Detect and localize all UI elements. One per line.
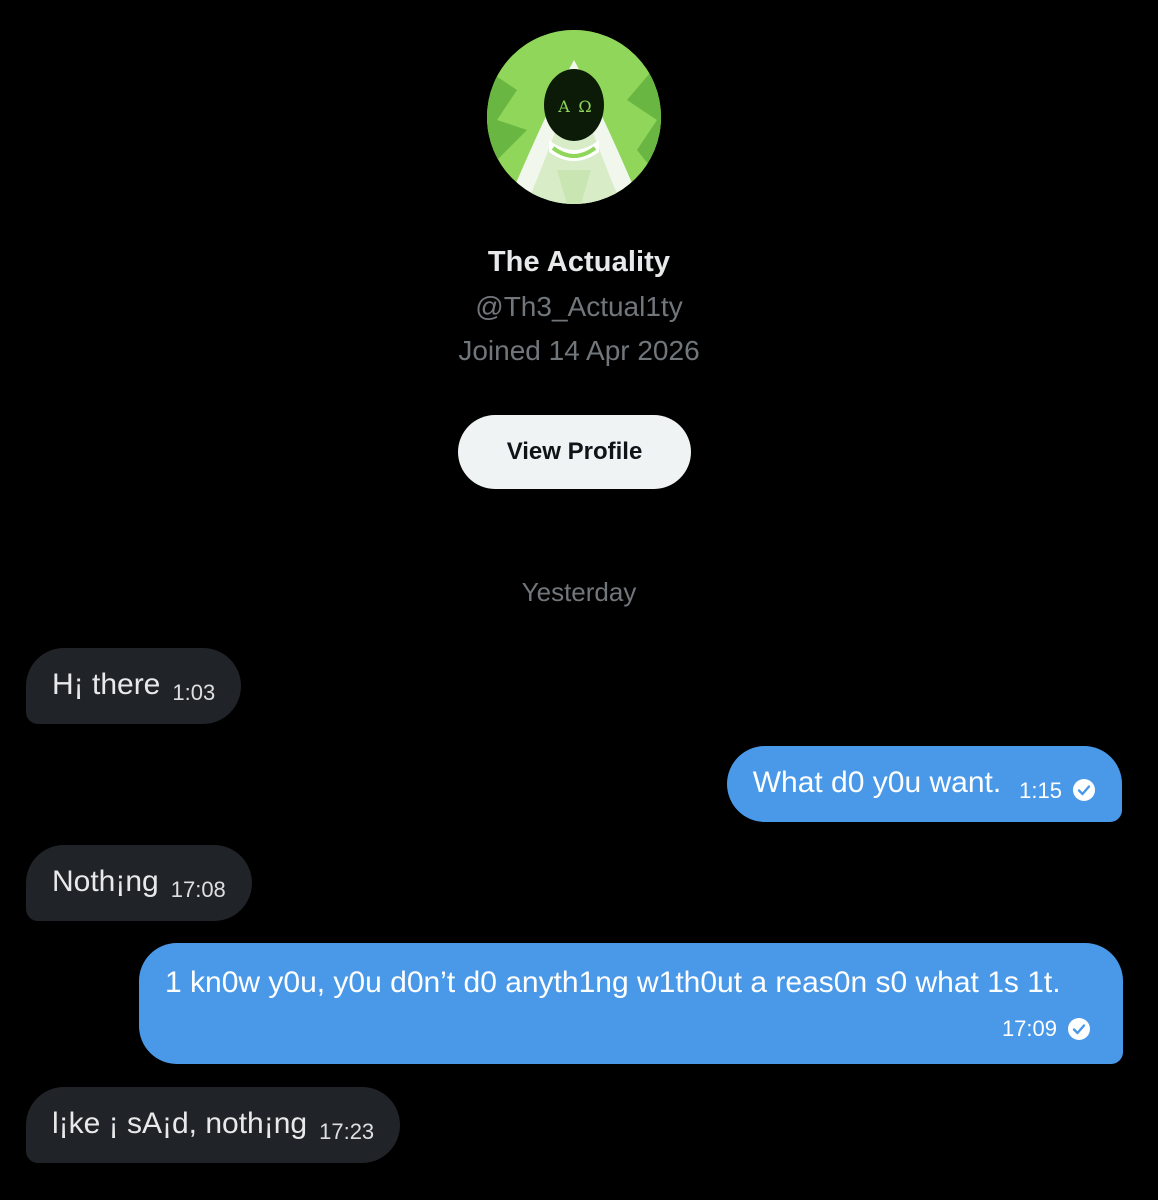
message-timestamp: 17:09 <box>1001 1016 1057 1041</box>
profile-header: A Ω The Actuality @Th3_Actual1ty Joined … <box>0 0 1158 520</box>
message-bubble-received[interactable]: l¡ke ¡ sA¡d, noth¡ng 17:23 <box>26 1087 401 1163</box>
profile-handle: @Th3_Actual1ty <box>475 291 683 322</box>
message-timestamp: 1:03 <box>172 680 216 705</box>
message-text: H¡ there <box>52 668 161 701</box>
profile-display-name: The Actuality <box>487 246 671 278</box>
sent-check-icon <box>1072 778 1096 802</box>
message-text: 1 kn0w y0u, y0u d0n’t d0 anyth1ng w1th0u… <box>165 966 1061 999</box>
message-bubble-received[interactable]: Noth¡ng 17:08 <box>26 845 252 921</box>
avatar-glyph-alpha: A <box>557 97 570 116</box>
message-timestamp: 17:08 <box>170 877 226 902</box>
message-bubble-sent[interactable]: 1 kn0w y0u, y0u d0n’t d0 anyth1ng w1th0u… <box>139 943 1123 1064</box>
message-text: l¡ke ¡ sA¡d, noth¡ng <box>52 1107 308 1140</box>
avatar-glyph-omega: Ω <box>578 97 591 116</box>
message-bubble-sent[interactable]: What d0 y0u want. 1:15 <box>726 746 1122 822</box>
message-text: Noth¡ng <box>52 865 159 898</box>
message-timestamp: 1:15 <box>1019 778 1062 803</box>
profile-avatar[interactable]: A Ω <box>487 30 661 204</box>
profile-joined-date: Joined 14 Apr 2026 <box>458 335 700 366</box>
message-timestamp: 17:23 <box>319 1119 375 1144</box>
sent-check-icon <box>1067 1017 1091 1041</box>
view-profile-button[interactable]: View Profile <box>458 415 691 489</box>
message-meta: 17:09 <box>1002 1010 1091 1048</box>
message-bubble-received[interactable]: H¡ there 1:03 <box>26 648 242 724</box>
date-separator: Yesterday <box>521 577 637 607</box>
hooded-figure-alpha-omega-avatar-icon: A Ω <box>487 30 661 204</box>
message-text: What d0 y0u want. <box>752 766 1002 799</box>
